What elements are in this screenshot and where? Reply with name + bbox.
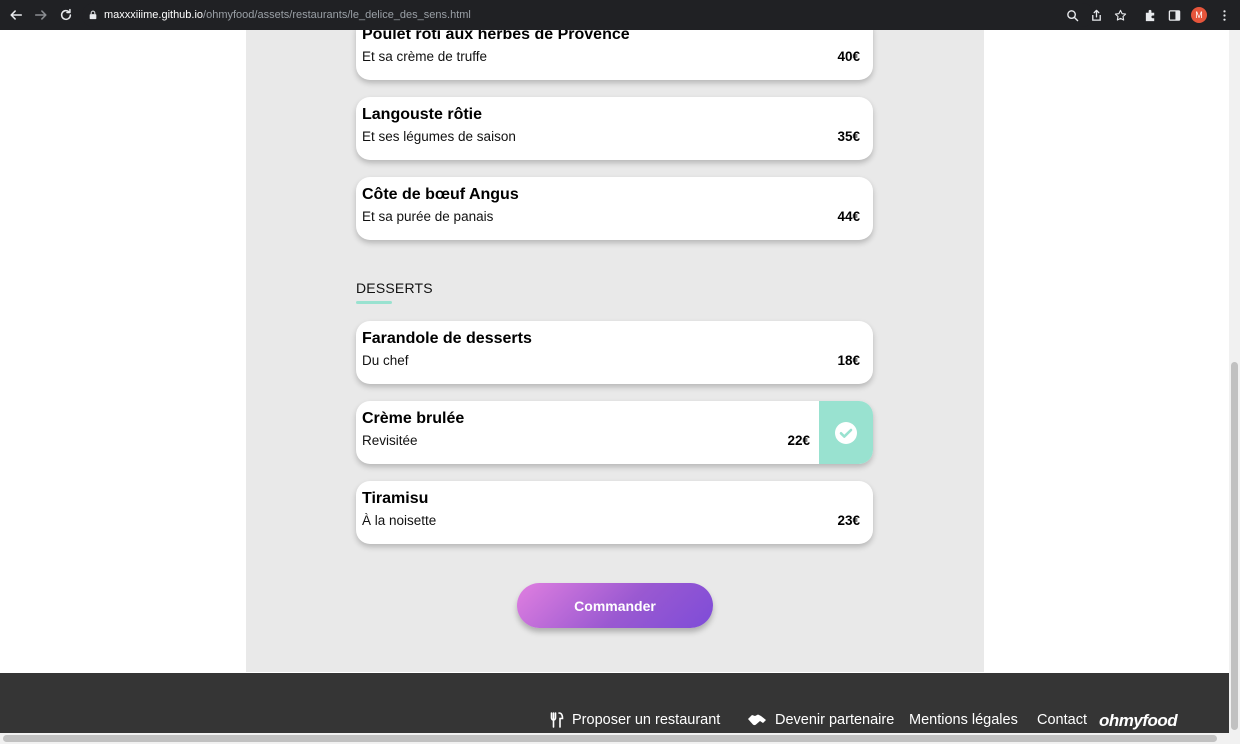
- dish-price: 22€: [787, 433, 810, 448]
- kebab-menu-icon: [1222, 9, 1226, 21]
- zoom-button[interactable]: [1062, 4, 1082, 26]
- footer-link-label: Contact: [1037, 712, 1087, 728]
- share-button[interactable]: [1086, 4, 1106, 26]
- star-icon: [1114, 9, 1126, 21]
- dish-name: Côte de bœuf Angus: [362, 186, 519, 203]
- fork-knife-icon: [550, 712, 564, 728]
- dish-name: Tiramisu: [362, 490, 429, 507]
- dish-price: 35€: [837, 129, 860, 144]
- dish-name: Poulet rôti aux herbes de Provence: [362, 30, 630, 43]
- ohmyfood-logo[interactable]: ohmyfood: [1099, 711, 1178, 731]
- dish-card[interactable]: Langouste rôtie Et ses légumes de saison…: [356, 97, 873, 160]
- dish-description: Revisitée: [362, 433, 418, 448]
- dish-name: Farandole de desserts: [362, 330, 532, 347]
- address-bar[interactable]: maxxxiiime.github.io/ohmyfood/assets/res…: [82, 3, 1094, 27]
- dish-card[interactable]: Côte de bœuf Angus Et sa purée de panais…: [356, 177, 873, 240]
- page-viewport: Poulet rôti aux herbes de Provence Et sa…: [0, 30, 1229, 744]
- dish-description: À la noisette: [362, 513, 437, 528]
- lock-icon: [86, 8, 100, 22]
- browser-menu-button[interactable]: [1214, 4, 1234, 26]
- menu-panel: Poulet rôti aux herbes de Provence Et sa…: [246, 30, 984, 672]
- profile-avatar[interactable]: M: [1191, 7, 1207, 23]
- dish-price: 23€: [837, 513, 860, 528]
- browser-toolbar: maxxxiiime.github.io/ohmyfood/assets/res…: [0, 0, 1240, 30]
- url-host: maxxxiiime.github.io: [104, 9, 204, 21]
- section-underline: [356, 301, 392, 304]
- footer-link-legal-notices[interactable]: Mentions légales: [909, 712, 1018, 728]
- dish-card[interactable]: Poulet rôti aux herbes de Provence Et sa…: [356, 30, 873, 80]
- dish-description: Et sa crème de truffe: [362, 49, 488, 64]
- desserts-section-title: DESSERTS: [356, 280, 433, 296]
- arrow-left-icon: [10, 10, 23, 20]
- reload-icon: [60, 8, 72, 21]
- url-path: /ohmyfood/assets/restaurants/le_delice_d…: [203, 9, 471, 21]
- toolbar-actions: M: [1062, 4, 1234, 26]
- reload-button[interactable]: [55, 4, 77, 26]
- selected-check-zone[interactable]: [819, 401, 873, 464]
- footer-link-propose-restaurant[interactable]: Proposer un restaurant: [550, 712, 720, 728]
- footer-link-label: Devenir partenaire: [775, 712, 895, 728]
- puzzle-icon: [1145, 9, 1154, 21]
- footer-link-label: Proposer un restaurant: [572, 712, 721, 728]
- dish-description: Du chef: [362, 353, 409, 368]
- dish-description: Et ses légumes de saison: [362, 129, 516, 144]
- share-icon: [1091, 9, 1101, 21]
- footer-link-label: Mentions légales: [909, 712, 1018, 728]
- dish-price: 44€: [837, 209, 860, 224]
- back-button[interactable]: [5, 4, 27, 26]
- zoom-icon: [1066, 9, 1078, 21]
- footer-link-contact[interactable]: Contact: [1037, 712, 1087, 728]
- dish-description: Et sa purée de panais: [362, 209, 494, 224]
- dish-card[interactable]: Farandole de desserts Du chef 18€: [356, 321, 873, 384]
- sidepanel-button[interactable]: [1164, 4, 1184, 26]
- extensions-button[interactable]: [1140, 4, 1160, 26]
- horizontal-scrollbar-thumb[interactable]: [3, 735, 1217, 742]
- check-circle-icon: [835, 421, 857, 444]
- dish-price: 18€: [837, 353, 860, 368]
- vertical-scrollbar-thumb[interactable]: [1231, 362, 1238, 730]
- dish-name: Langouste rôtie: [362, 106, 483, 123]
- sidepanel-icon: [1168, 9, 1180, 21]
- footer-link-become-partner[interactable]: Devenir partenaire: [747, 712, 894, 728]
- handshake-icon: [748, 714, 766, 726]
- arrow-right-icon: [34, 10, 47, 20]
- order-button[interactable]: Commander: [517, 583, 713, 628]
- dish-card-selected[interactable]: Crème brulée Revisitée 22€: [356, 401, 873, 464]
- dish-card[interactable]: Tiramisu À la noisette 23€: [356, 481, 873, 544]
- bookmark-button[interactable]: [1110, 4, 1130, 26]
- dish-price: 40€: [837, 49, 860, 64]
- forward-button[interactable]: [30, 4, 52, 26]
- dish-name: Crème brulée: [362, 410, 465, 427]
- url-text: maxxxiiime.github.io/ohmyfood/assets/res…: [104, 9, 471, 21]
